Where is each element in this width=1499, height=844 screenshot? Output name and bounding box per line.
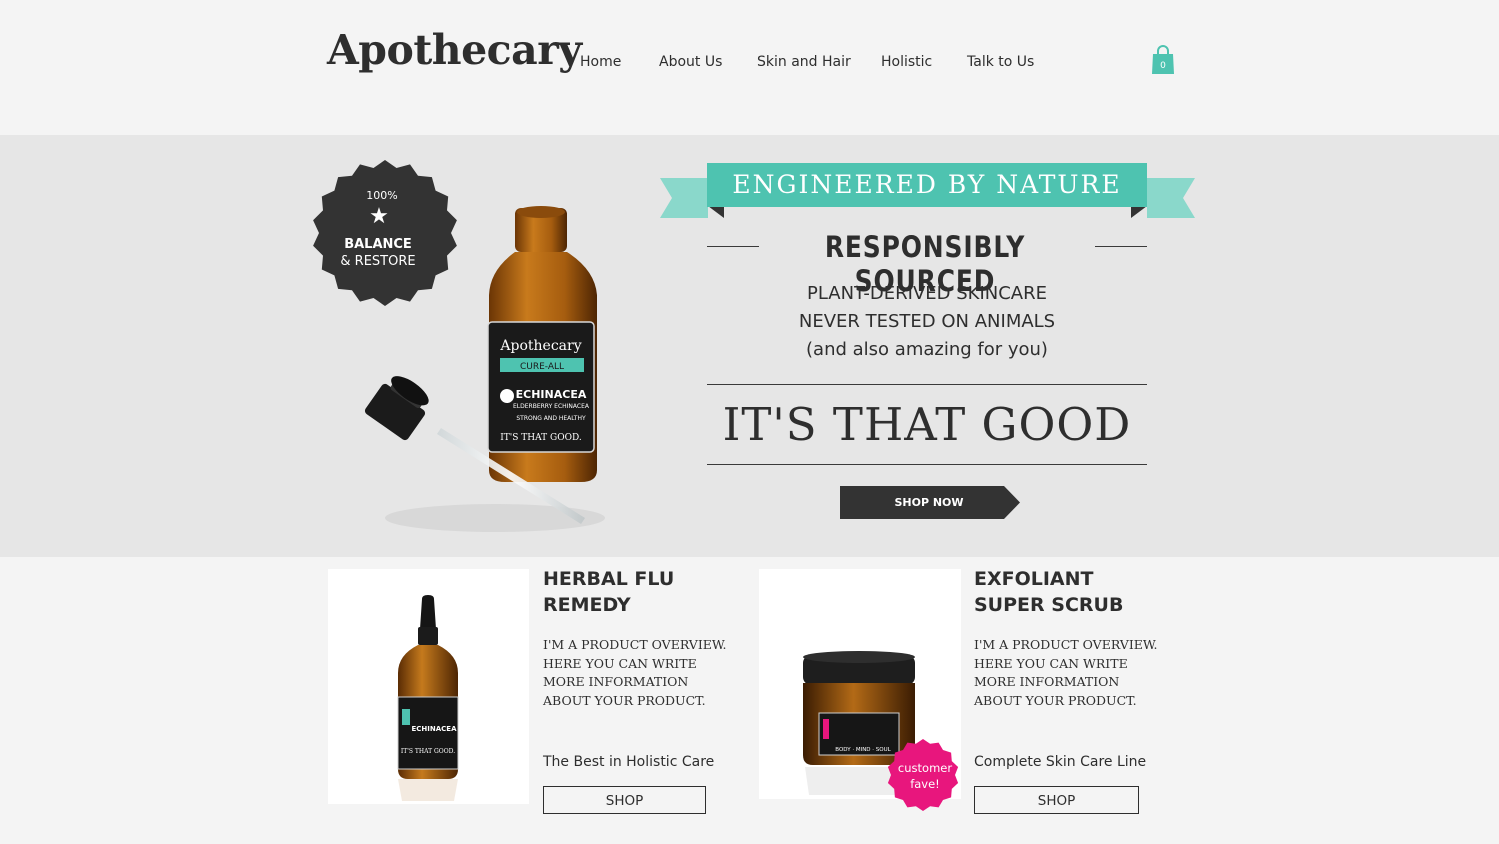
svg-text:ECHINACEA: ECHINACEA (516, 388, 587, 401)
hero-claims: PLANT-DERIVED SKINCARE NEVER TESTED ON A… (707, 280, 1147, 364)
svg-text:CURE-ALL: CURE-ALL (520, 362, 564, 372)
svg-text:IT'S THAT GOOD.: IT'S THAT GOOD. (500, 433, 582, 443)
hero-headline: IT'S THAT GOOD (722, 398, 1132, 451)
nav-holistic[interactable]: Holistic (881, 54, 932, 70)
nav-home[interactable]: Home (580, 54, 621, 70)
product-tagline: The Best in Holistic Care (543, 754, 715, 770)
svg-text:IT'S THAT GOOD.: IT'S THAT GOOD. (401, 748, 455, 755)
product-image-herbal-flu[interactable]: ECHINACEA IT'S THAT GOOD. (328, 569, 529, 804)
claim-line: PLANT-DERIVED SKINCARE (807, 283, 1047, 304)
product-title[interactable]: HERBAL FLU REMEDY (543, 566, 743, 618)
svg-text:STRONG AND HEALTHY: STRONG AND HEALTHY (516, 415, 586, 422)
ribbon-heading: ENGINEERED BY NATURE (732, 170, 1122, 199)
divider (707, 384, 1147, 385)
svg-text:ECHINACEA: ECHINACEA (412, 725, 458, 733)
hero-product-image: Apothecary CURE-ALL ECHINACEA ELDERBERRY… (364, 206, 605, 532)
product-tagline: Complete Skin Care Line (974, 754, 1147, 770)
claim-line: NEVER TESTED ON ANIMALS (798, 311, 1056, 332)
bottle-image: ECHINACEA IT'S THAT GOOD. (397, 595, 459, 801)
shop-now-label[interactable]: SHOP NOW (840, 486, 1018, 519)
site-header: Apothecary Home About Us Skin and Hair H… (0, 0, 1499, 135)
site-logo[interactable]: Apothecary (327, 26, 582, 74)
cart-button[interactable]: 0 (1150, 45, 1176, 75)
nav-skin-and-hair[interactable]: Skin and Hair (757, 54, 851, 70)
shop-button[interactable]: SHOP (543, 786, 706, 814)
svg-text:Apothecary: Apothecary (499, 338, 581, 354)
shop-button[interactable]: SHOP (974, 786, 1139, 814)
svg-text:BODY · MIND · SOUL: BODY · MIND · SOUL (835, 747, 891, 753)
product-description: I'M A PRODUCT OVERVIEW. HERE YOU CAN WRI… (974, 637, 1158, 708)
nav-about-us[interactable]: About Us (659, 54, 722, 70)
cart-count: 0 (1160, 61, 1166, 71)
divider (707, 246, 759, 247)
customer-fave-text: customer fave! (897, 761, 953, 791)
svg-text:ELDERBERRY ECHINACEA: ELDERBERRY ECHINACEA (513, 403, 590, 410)
divider (707, 464, 1147, 465)
claim-line: (and also amazing for you) (806, 339, 1048, 360)
product-description: I'M A PRODUCT OVERVIEW. HERE YOU CAN WRI… (543, 637, 727, 708)
divider (1095, 246, 1147, 247)
shopping-bag-icon: 0 (1152, 45, 1174, 74)
nav-talk-to-us[interactable]: Talk to Us (967, 54, 1034, 70)
product-title[interactable]: EXFOLIANT SUPER SCRUB (974, 566, 1174, 618)
